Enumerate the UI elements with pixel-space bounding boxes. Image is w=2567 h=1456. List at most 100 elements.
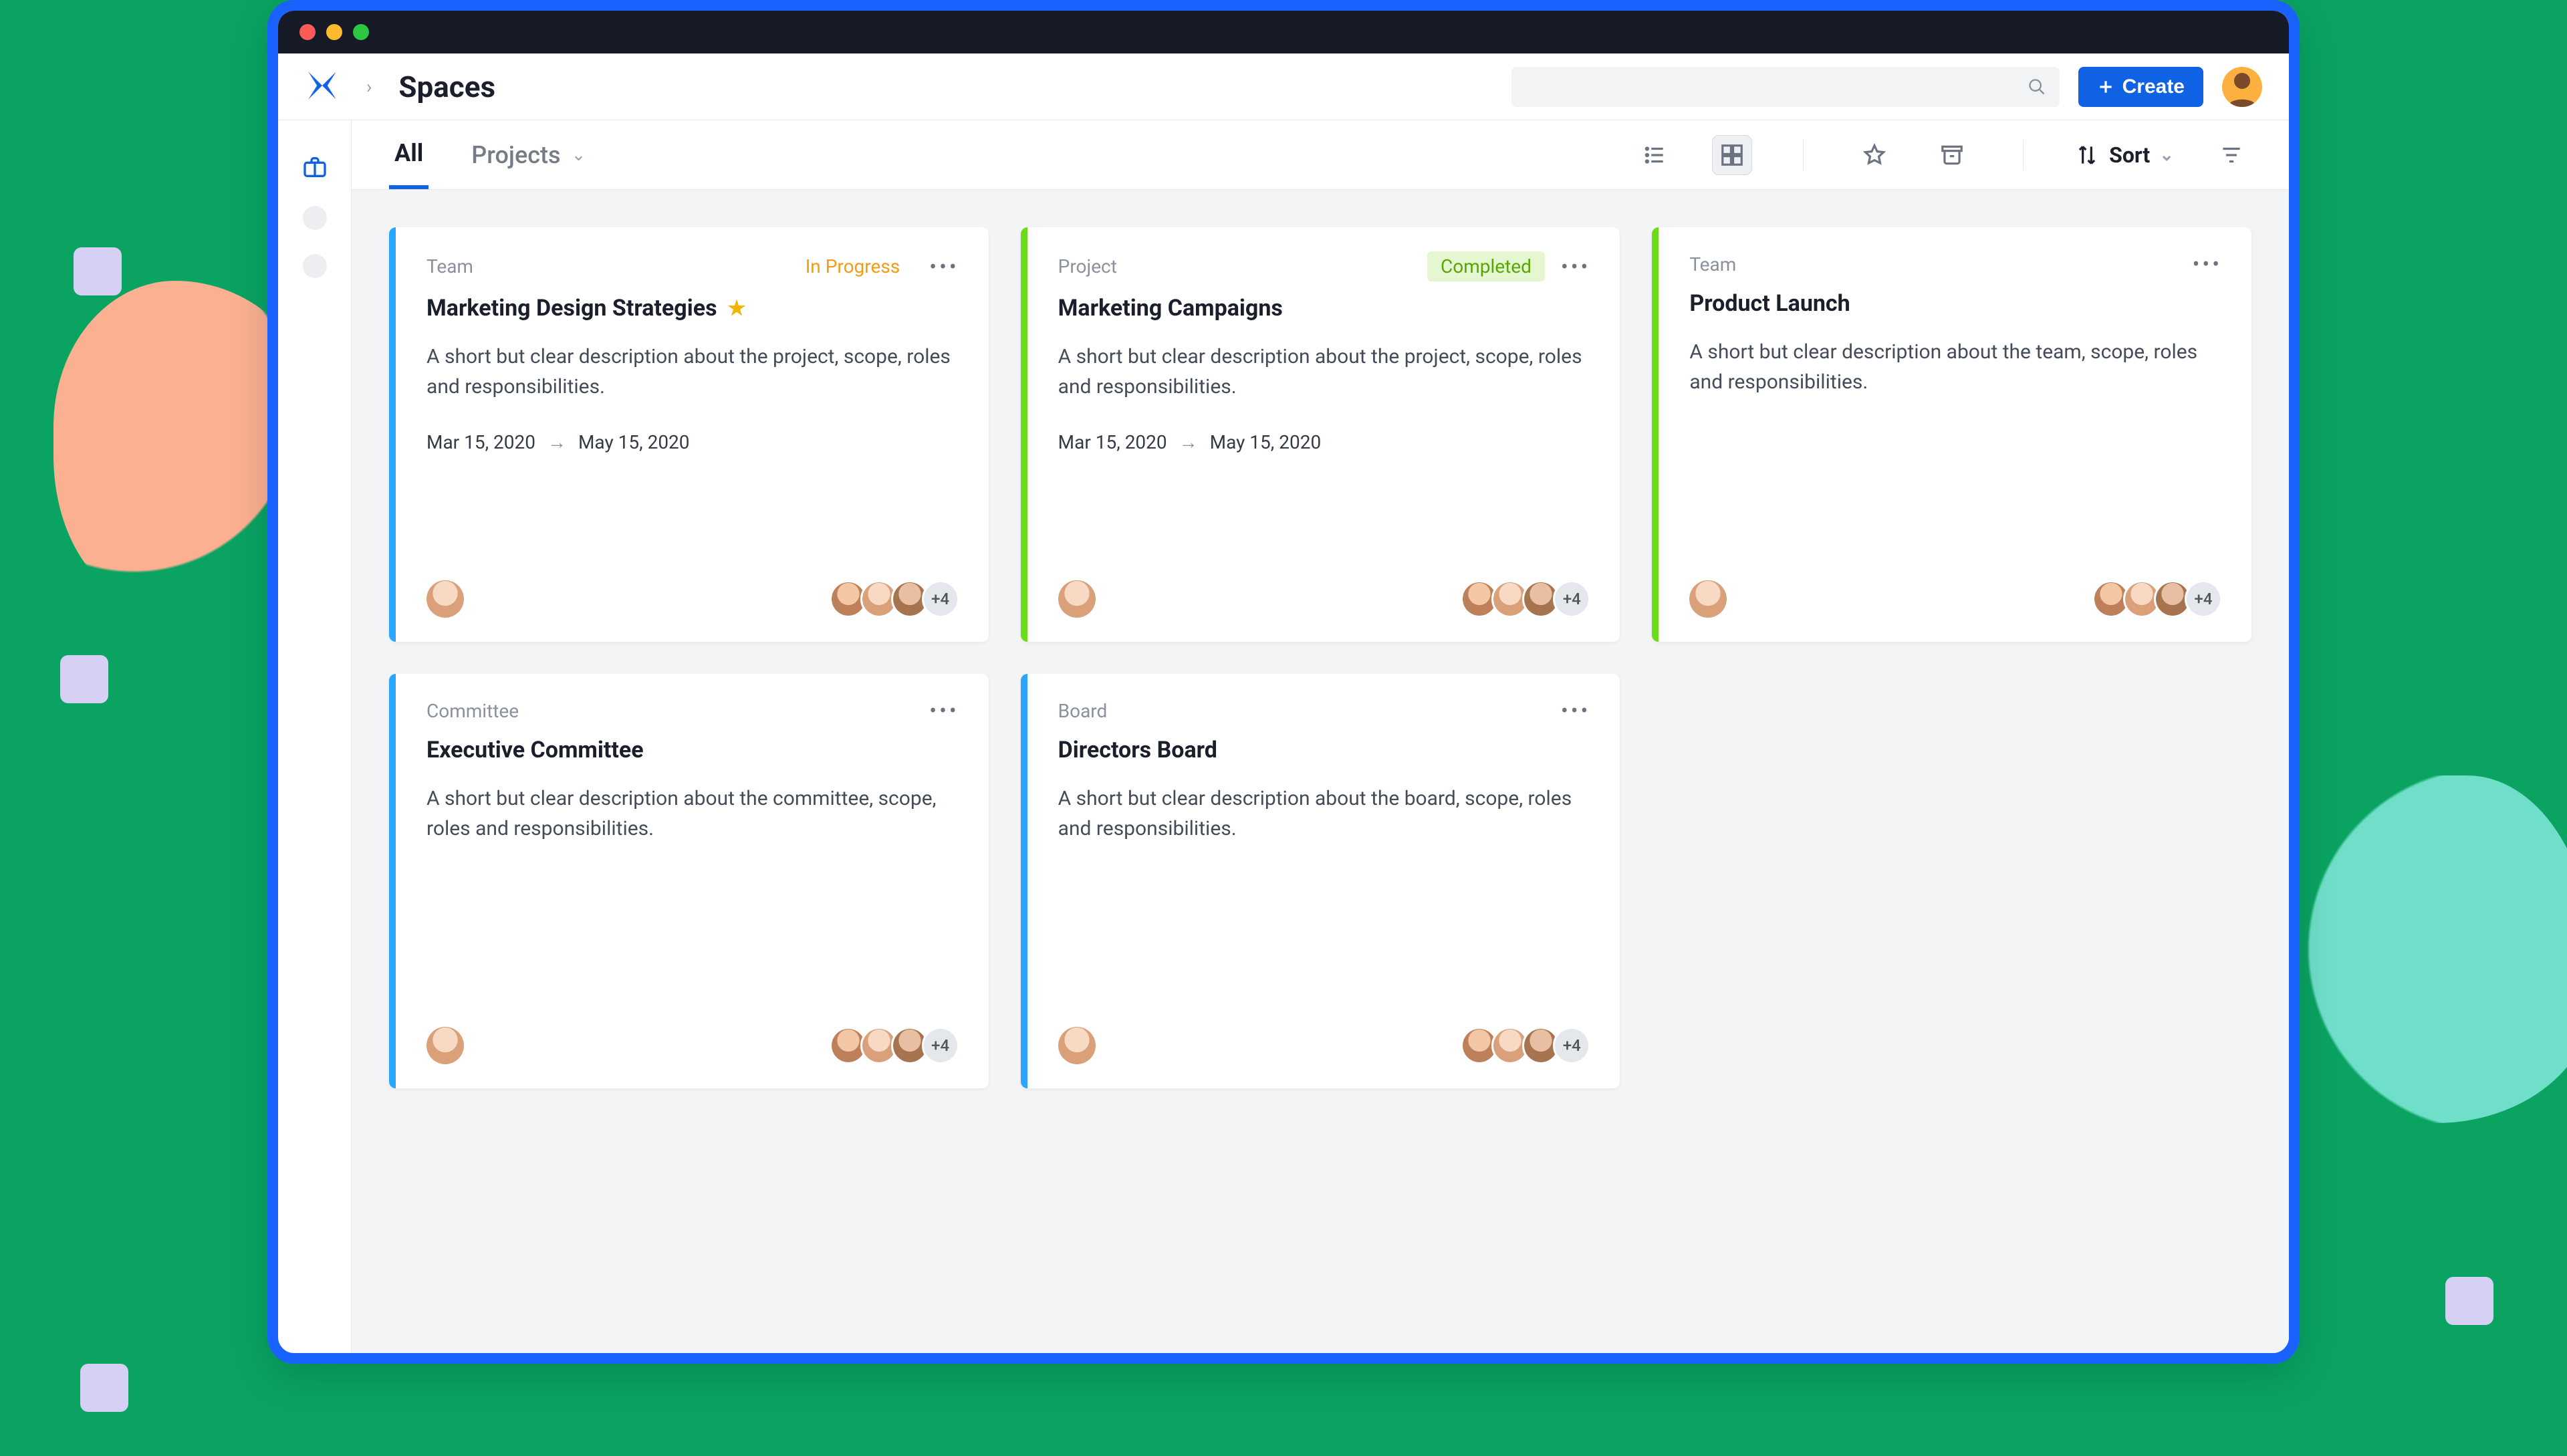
view-list-button[interactable] [1634,135,1675,175]
card-menu-button[interactable]: ••• [929,254,959,279]
card-owner-avatar[interactable] [426,1027,464,1064]
card-members: +4 [836,580,959,618]
toolbar-separator [2023,140,2024,170]
card-description: A short but clear description about the … [1689,337,2222,397]
archive-button[interactable] [1932,135,1972,175]
favorites-button[interactable] [1854,135,1894,175]
window-titlebar [278,11,2289,53]
star-icon [1862,142,1887,168]
member-overflow-count[interactable]: +4 [2185,580,2222,618]
space-card[interactable]: Team In Progress ••• Marketing Design St… [389,227,989,642]
member-overflow-count[interactable]: +4 [922,580,959,618]
window-minimize-icon[interactable] [326,24,342,40]
toolbar-separator [1803,140,1804,170]
card-start-date: Mar 15, 2020 [1058,431,1167,453]
search-icon [2028,78,2046,96]
view-grid-button[interactable] [1712,135,1752,175]
card-start-date: Mar 15, 2020 [426,431,535,453]
card-menu-button[interactable]: ••• [1561,254,1590,279]
card-dates: Mar 15, 2020 → May 15, 2020 [1058,431,1591,453]
card-description: A short but clear description about the … [1058,342,1591,402]
chevron-down-icon: ⌄ [2159,145,2174,165]
create-button-label: Create [2122,76,2185,98]
main-area: All Projects ⌄ [352,120,2289,1353]
create-button[interactable]: Create [2078,67,2203,107]
card-title: Marketing Design Strategies [426,295,717,322]
chevron-down-icon: ⌄ [572,145,586,165]
bg-decor-rect [60,655,108,703]
tab-label: All [394,139,423,167]
bg-decor-rect [2445,1277,2493,1325]
list-icon [1642,142,1667,168]
chevron-right-icon: › [366,76,372,98]
card-status: Completed [1427,251,1545,281]
briefcase-icon [301,154,328,180]
app-window: › Spaces Create All [267,0,2300,1364]
bg-decor-rect [80,1364,128,1412]
card-title-row: Product Launch [1689,290,2222,317]
card-status: In Progress [792,251,914,281]
card-title-row: Marketing Design Strategies ★ [426,295,959,322]
card-members: +4 [1467,1027,1590,1064]
card-owner-avatar[interactable] [426,580,464,618]
card-end-date: May 15, 2020 [1210,431,1322,453]
search-box[interactable] [1511,67,2060,107]
card-menu-button[interactable]: ••• [2193,251,2222,277]
grid-icon [1719,142,1745,168]
member-overflow-count[interactable]: +4 [922,1027,959,1064]
sidebar-item-placeholder[interactable] [303,254,327,278]
member-overflow-count[interactable]: +4 [1553,580,1590,618]
filter-icon [2219,142,2244,168]
tab-projects[interactable]: Projects ⌄ [466,120,591,189]
card-title: Directors Board [1058,737,1217,763]
member-overflow-count[interactable]: +4 [1553,1027,1590,1064]
card-members: +4 [836,1027,959,1064]
star-filled-icon[interactable]: ★ [728,297,746,320]
card-title: Executive Committee [426,737,644,763]
card-category: Project [1058,255,1117,277]
filter-button[interactable] [2211,135,2251,175]
space-card[interactable]: Project Completed ••• Marketing Campaign… [1021,227,1620,642]
archive-icon [1939,142,1965,168]
card-description: A short but clear description about the … [1058,783,1591,844]
card-menu-button[interactable]: ••• [1561,698,1590,723]
card-title-row: Marketing Campaigns [1058,295,1591,322]
top-bar: › Spaces Create [278,53,2289,120]
arrow-right-icon: → [547,431,566,453]
sort-arrows-icon [2074,142,2100,168]
tab-all[interactable]: All [389,120,429,189]
sidebar-item-spaces[interactable] [300,152,330,182]
card-description: A short but clear description about the … [426,342,959,402]
search-input[interactable] [1525,76,2028,98]
card-owner-avatar[interactable] [1058,1027,1096,1064]
space-card[interactable]: Board ••• Directors Board A short but cl… [1021,674,1620,1088]
card-category: Board [1058,700,1108,722]
card-members: +4 [1467,580,1590,618]
window-maximize-icon[interactable] [353,24,369,40]
card-menu-button[interactable]: ••• [929,698,959,723]
window-close-icon[interactable] [299,24,316,40]
card-title: Marketing Campaigns [1058,295,1283,322]
app-logo-icon[interactable] [305,68,340,106]
space-card[interactable]: Team ••• Product Launch A short but clea… [1652,227,2251,642]
tab-label: Projects [471,141,560,169]
space-card[interactable]: Committee ••• Executive Committee A shor… [389,674,989,1088]
bg-decor-rect [74,247,122,295]
card-owner-avatar[interactable] [1689,580,1727,618]
card-dates: Mar 15, 2020 → May 15, 2020 [426,431,959,453]
card-members: +4 [2099,580,2222,618]
card-owner-avatar[interactable] [1058,580,1096,618]
plus-icon [2097,78,2114,96]
card-description: A short but clear description about the … [426,783,959,844]
card-title-row: Executive Committee [426,737,959,763]
user-avatar[interactable] [2222,67,2262,107]
card-category: Team [1689,253,1736,275]
card-end-date: May 15, 2020 [578,431,690,453]
sidebar [278,120,352,1353]
card-title-row: Directors Board [1058,737,1591,763]
arrow-right-icon: → [1179,431,1198,453]
cards-grid: Team In Progress ••• Marketing Design St… [352,190,2289,1353]
card-category: Committee [426,700,519,722]
sort-button[interactable]: Sort ⌄ [2074,142,2174,168]
sidebar-item-placeholder[interactable] [303,206,327,230]
